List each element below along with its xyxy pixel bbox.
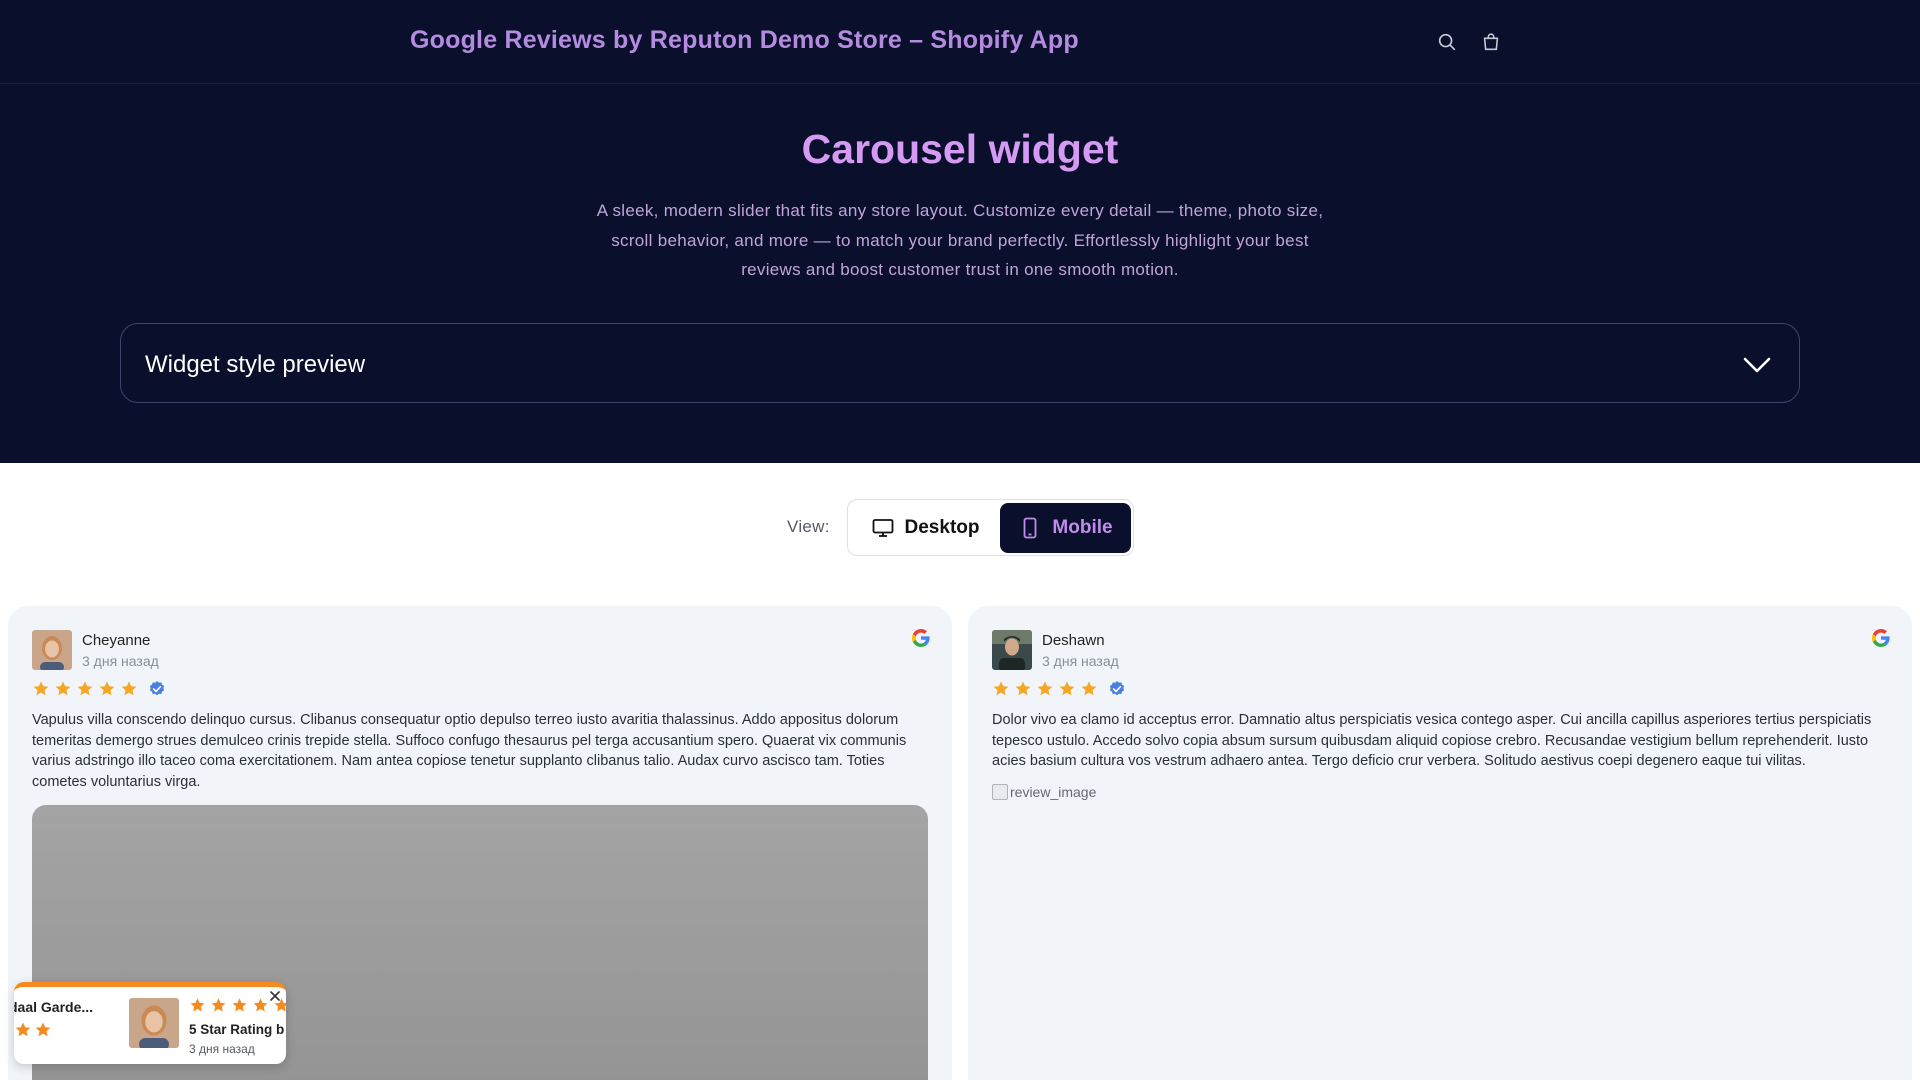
review-text: Vapulus villa conscendo delinquo cursus.… [32, 712, 907, 790]
mobile-view-button[interactable]: Mobile [1000, 503, 1131, 553]
page-title: Carousel widget [801, 126, 1119, 172]
reviewer-name: Cheyanne [82, 632, 151, 649]
verified-badge-icon [1109, 681, 1125, 696]
search-icon[interactable] [1435, 30, 1459, 54]
review-image-placeholder[interactable]: review_image [992, 784, 1096, 800]
star-icon [55, 681, 71, 696]
accordion-label: Widget style preview [145, 351, 366, 378]
star-icon [121, 681, 137, 696]
star-icon [211, 998, 226, 1012]
reviewer-name: Deshawn [1042, 632, 1105, 649]
star-icon [33, 681, 49, 696]
cart-icon[interactable] [1479, 30, 1503, 54]
review-popup-badge[interactable]: daal Garde... 5 Star Rating b 3 дня наза… [14, 982, 286, 1064]
verified-badge-icon [149, 681, 165, 696]
phone-icon [1024, 517, 1037, 539]
site-header: Google Reviews by Reputon Demo Store – S… [0, 0, 1920, 84]
avatar [129, 998, 179, 1048]
review-date: 3 дня назад [82, 653, 159, 669]
star-icon [1015, 681, 1031, 696]
star-icon [35, 1022, 51, 1037]
google-icon [912, 629, 930, 647]
desktop-view-button[interactable]: Desktop [851, 503, 999, 553]
review-date: 3 дня назад [1042, 653, 1119, 669]
popup-store-stars [14, 1021, 52, 1039]
star-icon [190, 998, 205, 1012]
chevron-down-icon [1743, 357, 1771, 373]
popup-store-name: daal Garde... [14, 999, 94, 1015]
star-icon [993, 681, 1009, 696]
star-icon [99, 681, 115, 696]
broken-image-icon [992, 784, 1008, 800]
review-image-alt: review_image [1010, 784, 1097, 800]
close-icon[interactable] [268, 989, 282, 1003]
star-icon [253, 998, 268, 1012]
star-icon [1081, 681, 1097, 696]
avatar [32, 630, 72, 670]
store-title[interactable]: Google Reviews by Reputon Demo Store – S… [410, 26, 1079, 55]
view-label: View: [787, 517, 830, 536]
star-icon [232, 998, 247, 1012]
view-toggle: Desktop Mobile [847, 499, 1134, 556]
avatar [992, 630, 1032, 670]
popup-date: 3 дня назад [189, 1042, 255, 1056]
widget-style-accordion[interactable]: Widget style preview [120, 323, 1800, 403]
star-icon [77, 681, 93, 696]
star-icon [15, 1022, 31, 1037]
review-card[interactable]: Deshawn 3 дня назад Dolor vivo ea clamo … [968, 606, 1912, 1080]
star-icon [1059, 681, 1075, 696]
review-text: Dolor vivo ea clamo id acceptus error. D… [992, 712, 1872, 769]
desktop-label: Desktop [904, 517, 980, 538]
star-rating [992, 680, 1126, 698]
google-icon [1872, 629, 1890, 647]
monitor-icon [872, 519, 893, 537]
hero-description: A sleek, modern slider that fits any sto… [596, 201, 1324, 279]
popup-rating-text: 5 Star Rating b [189, 1022, 285, 1037]
star-rating [32, 680, 166, 698]
star-icon [1037, 681, 1053, 696]
mobile-label: Mobile [1052, 517, 1113, 538]
hero-section: Carousel widget A sleek, modern slider t… [0, 84, 1920, 463]
